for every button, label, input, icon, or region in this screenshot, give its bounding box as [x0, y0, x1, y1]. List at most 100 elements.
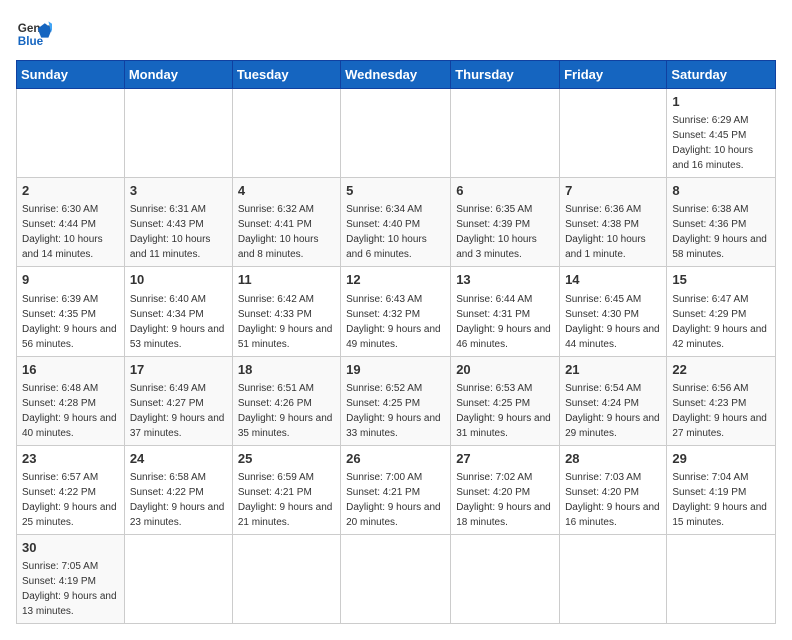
day-info: Sunrise: 6:45 AM Sunset: 4:30 PM Dayligh…	[565, 294, 660, 350]
day-number: 30	[22, 539, 119, 557]
day-info: Sunrise: 6:36 AM Sunset: 4:38 PM Dayligh…	[565, 204, 646, 260]
svg-text:Blue: Blue	[18, 35, 44, 48]
day-info: Sunrise: 6:39 AM Sunset: 4:35 PM Dayligh…	[22, 294, 117, 350]
calendar-cell: 13 Sunrise: 6:44 AM Sunset: 4:31 PM Dayli…	[451, 267, 560, 356]
day-info: Sunrise: 6:35 AM Sunset: 4:39 PM Dayligh…	[456, 204, 537, 260]
calendar-cell: 29Sunrise: 7:04 AM Sunset: 4:19 PM Dayli…	[667, 445, 776, 534]
calendar-cell: 14Sunrise: 6:45 AM Sunset: 4:30 PM Dayli…	[560, 267, 667, 356]
day-info: Sunrise: 7:03 AM Sunset: 4:20 PM Dayligh…	[565, 472, 660, 528]
day-info: Sunrise: 6:47 AM Sunset: 4:29 PM Dayligh…	[672, 294, 767, 350]
calendar-cell: 25 Sunrise: 6:59 AM Sunset: 4:21 PM Dayli…	[232, 445, 340, 534]
day-number: 13	[456, 271, 554, 289]
day-number: 25	[238, 450, 335, 468]
day-number: 23	[22, 450, 119, 468]
day-info: Sunrise: 7:05 AM Sunset: 4:19 PM Dayligh…	[22, 561, 117, 617]
day-info: Sunrise: 6:31 AM Sunset: 4:43 PM Dayligh…	[130, 204, 211, 260]
day-number: 4	[238, 182, 335, 200]
day-number: 27	[456, 450, 554, 468]
calendar-header-row: SundayMondayTuesdayWednesdayThursdayFrid…	[17, 61, 776, 89]
day-number: 15	[672, 271, 770, 289]
day-info: Sunrise: 6:43 AM Sunset: 4:32 PM Dayligh…	[346, 294, 441, 350]
day-info: Sunrise: 6:38 AM Sunset: 4:36 PM Dayligh…	[672, 204, 767, 260]
calendar-cell: 4 Sunrise: 6:32 AM Sunset: 4:41 PM Daylig…	[232, 178, 340, 267]
calendar-cell: 6 Sunrise: 6:35 AM Sunset: 4:39 PM Daylig…	[451, 178, 560, 267]
calendar-table: SundayMondayTuesdayWednesdayThursdayFrid…	[16, 60, 776, 624]
calendar-cell: 23 Sunrise: 6:57 AM Sunset: 4:22 PM Dayli…	[17, 445, 125, 534]
day-number: 16	[22, 361, 119, 379]
generalblue-logo-icon: General Blue	[16, 16, 52, 52]
calendar-cell: 18Sunrise: 6:51 AM Sunset: 4:26 PM Dayli…	[232, 356, 340, 445]
day-info: Sunrise: 6:58 AM Sunset: 4:22 PM Dayligh…	[130, 472, 225, 528]
calendar-cell: 7 Sunrise: 6:36 AM Sunset: 4:38 PM Daylig…	[560, 178, 667, 267]
logo: General Blue	[16, 16, 52, 52]
calendar-week-row: 16 Sunrise: 6:48 AM Sunset: 4:28 PM Dayli…	[17, 356, 776, 445]
calendar-cell: 19Sunrise: 6:52 AM Sunset: 4:25 PM Dayli…	[341, 356, 451, 445]
day-info: Sunrise: 7:00 AM Sunset: 4:21 PM Dayligh…	[346, 472, 441, 528]
day-number: 1	[672, 93, 770, 111]
day-of-week-header: Sunday	[17, 61, 125, 89]
calendar-cell: 24Sunrise: 6:58 AM Sunset: 4:22 PM Dayli…	[124, 445, 232, 534]
calendar-cell: 26 Sunrise: 7:00 AM Sunset: 4:21 PM Dayli…	[341, 445, 451, 534]
calendar-cell	[124, 89, 232, 178]
day-number: 17	[130, 361, 227, 379]
calendar-cell: 21 Sunrise: 6:54 AM Sunset: 4:24 PM Dayli…	[560, 356, 667, 445]
day-info: Sunrise: 6:57 AM Sunset: 4:22 PM Dayligh…	[22, 472, 117, 528]
day-number: 8	[672, 182, 770, 200]
calendar-cell	[560, 534, 667, 623]
day-number: 26	[346, 450, 445, 468]
day-of-week-header: Tuesday	[232, 61, 340, 89]
calendar-cell: 12 Sunrise: 6:43 AM Sunset: 4:32 PM Dayli…	[341, 267, 451, 356]
day-number: 9	[22, 271, 119, 289]
day-info: Sunrise: 6:30 AM Sunset: 4:44 PM Dayligh…	[22, 204, 103, 260]
day-info: Sunrise: 6:29 AM Sunset: 4:45 PM Dayligh…	[672, 115, 753, 171]
day-info: Sunrise: 6:56 AM Sunset: 4:23 PM Dayligh…	[672, 383, 767, 439]
calendar-week-row: 2 Sunrise: 6:30 AM Sunset: 4:44 PM Daylig…	[17, 178, 776, 267]
day-number: 21	[565, 361, 661, 379]
day-info: Sunrise: 6:32 AM Sunset: 4:41 PM Dayligh…	[238, 204, 319, 260]
calendar-cell	[124, 534, 232, 623]
day-number: 2	[22, 182, 119, 200]
calendar-cell: 27 Sunrise: 7:02 AM Sunset: 4:20 PM Dayli…	[451, 445, 560, 534]
calendar-cell: 30 Sunrise: 7:05 AM Sunset: 4:19 PM Dayli…	[17, 534, 125, 623]
day-info: Sunrise: 6:53 AM Sunset: 4:25 PM Dayligh…	[456, 383, 551, 439]
day-info: Sunrise: 6:44 AM Sunset: 4:31 PM Dayligh…	[456, 294, 551, 350]
day-info: Sunrise: 6:48 AM Sunset: 4:28 PM Dayligh…	[22, 383, 117, 439]
calendar-cell: 5Sunrise: 6:34 AM Sunset: 4:40 PM Daylig…	[341, 178, 451, 267]
calendar-cell	[451, 89, 560, 178]
calendar-cell: 17 Sunrise: 6:49 AM Sunset: 4:27 PM Dayli…	[124, 356, 232, 445]
calendar-week-row: 30 Sunrise: 7:05 AM Sunset: 4:19 PM Dayli…	[17, 534, 776, 623]
calendar-cell	[667, 534, 776, 623]
day-number: 6	[456, 182, 554, 200]
day-number: 3	[130, 182, 227, 200]
day-number: 12	[346, 271, 445, 289]
calendar-cell: 28Sunrise: 7:03 AM Sunset: 4:20 PM Dayli…	[560, 445, 667, 534]
day-info: Sunrise: 6:59 AM Sunset: 4:21 PM Dayligh…	[238, 472, 333, 528]
calendar-cell: 10Sunrise: 6:40 AM Sunset: 4:34 PM Dayli…	[124, 267, 232, 356]
day-info: Sunrise: 7:02 AM Sunset: 4:20 PM Dayligh…	[456, 472, 551, 528]
day-of-week-header: Saturday	[667, 61, 776, 89]
calendar-cell: 1 Sunrise: 6:29 AM Sunset: 4:45 PM Daylig…	[667, 89, 776, 178]
calendar-cell: 2 Sunrise: 6:30 AM Sunset: 4:44 PM Daylig…	[17, 178, 125, 267]
day-of-week-header: Monday	[124, 61, 232, 89]
day-of-week-header: Thursday	[451, 61, 560, 89]
day-info: Sunrise: 6:54 AM Sunset: 4:24 PM Dayligh…	[565, 383, 660, 439]
day-number: 18	[238, 361, 335, 379]
page-header: General Blue	[16, 16, 776, 52]
calendar-cell: 20Sunrise: 6:53 AM Sunset: 4:25 PM Dayli…	[451, 356, 560, 445]
day-number: 19	[346, 361, 445, 379]
calendar-cell: 3 Sunrise: 6:31 AM Sunset: 4:43 PM Daylig…	[124, 178, 232, 267]
day-info: Sunrise: 6:49 AM Sunset: 4:27 PM Dayligh…	[130, 383, 225, 439]
calendar-cell	[341, 534, 451, 623]
day-of-week-header: Wednesday	[341, 61, 451, 89]
calendar-cell	[17, 89, 125, 178]
day-number: 7	[565, 182, 661, 200]
calendar-cell: 9 Sunrise: 6:39 AM Sunset: 4:35 PM Daylig…	[17, 267, 125, 356]
day-of-week-header: Friday	[560, 61, 667, 89]
day-number: 10	[130, 271, 227, 289]
calendar-cell: 22 Sunrise: 6:56 AM Sunset: 4:23 PM Dayli…	[667, 356, 776, 445]
day-number: 5	[346, 182, 445, 200]
calendar-cell: 8 Sunrise: 6:38 AM Sunset: 4:36 PM Daylig…	[667, 178, 776, 267]
day-number: 22	[672, 361, 770, 379]
calendar-cell	[560, 89, 667, 178]
calendar-week-row: 1 Sunrise: 6:29 AM Sunset: 4:45 PM Daylig…	[17, 89, 776, 178]
